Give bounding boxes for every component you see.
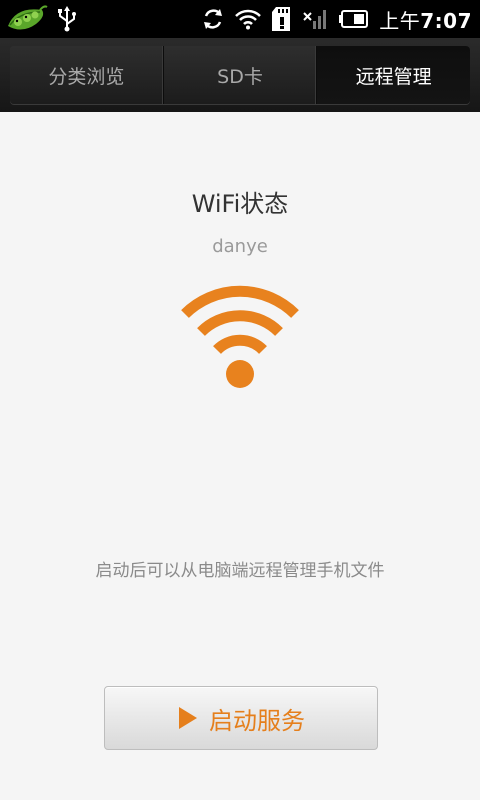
tab-category-browse[interactable]: 分类浏览 (10, 46, 164, 104)
status-bar: 上午7:07 (0, 0, 480, 38)
sync-icon (201, 7, 225, 31)
tab-sd-card[interactable]: SD卡 (163, 46, 318, 104)
sd-card-icon (271, 6, 293, 32)
signal-icon (303, 7, 329, 31)
clock-time: 7:07 (420, 8, 472, 33)
clock-prefix: 上午 (379, 8, 421, 33)
hint-text: 启动后可以从电脑端远程管理手机文件 (95, 561, 385, 581)
battery-icon (339, 10, 369, 28)
remote-manage-panel: WiFi状态 danye 启动后可以从电脑端远程管理手机文件 启动服务 (0, 112, 480, 800)
usb-icon (56, 6, 78, 32)
status-bar-left (6, 3, 78, 35)
start-service-button[interactable]: 启动服务 (104, 686, 378, 750)
wifi-network-name: danye (212, 236, 268, 257)
start-service-label: 启动服务 (209, 706, 305, 735)
wifi-signal-icon (178, 284, 302, 392)
status-bar-right: 上午7:07 (201, 0, 472, 38)
tabs-group: 分类浏览 SD卡 远程管理 (10, 46, 470, 104)
play-icon (177, 706, 199, 730)
wifi-status-title: WiFi状态 (191, 190, 289, 218)
status-clock: 上午7:07 (379, 5, 472, 34)
tab-remote-manage[interactable]: 远程管理 (317, 46, 470, 104)
wifi-icon (235, 8, 262, 30)
tab-bar: 分类浏览 SD卡 远程管理 (0, 38, 480, 112)
app-pea-icon (6, 4, 48, 34)
